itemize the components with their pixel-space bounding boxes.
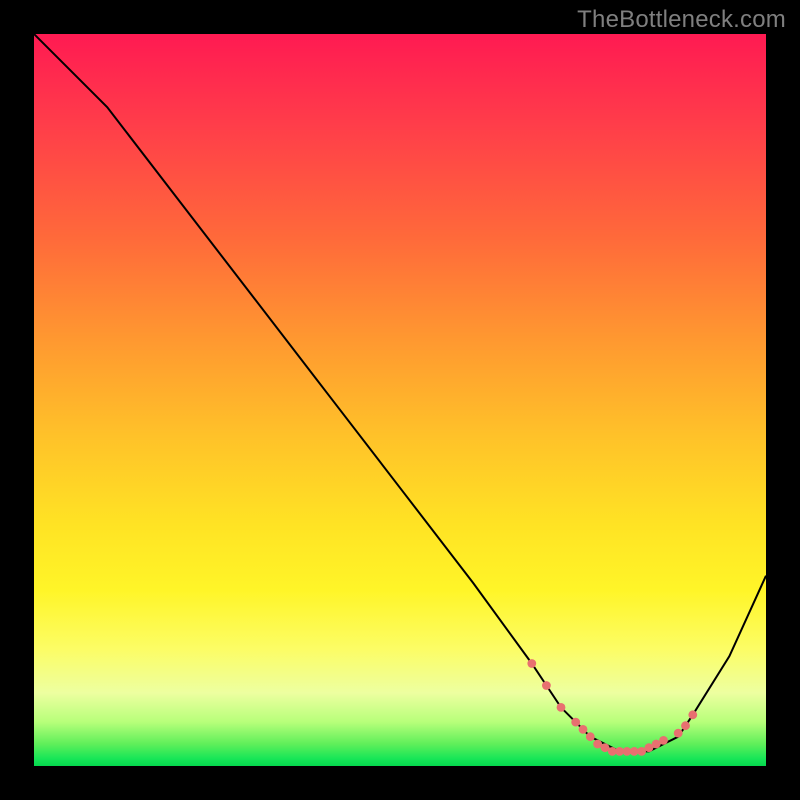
marker-layer (527, 659, 697, 756)
plot-area (34, 34, 766, 766)
valley-marker (586, 732, 595, 741)
valley-marker (542, 681, 551, 690)
valley-marker (659, 736, 668, 745)
valley-marker (674, 729, 683, 738)
valley-marker (571, 718, 580, 727)
bottleneck-curve (34, 34, 766, 766)
chart-frame: TheBottleneck.com (0, 0, 800, 800)
curve-layer (34, 34, 766, 751)
valley-marker (681, 721, 690, 730)
curve-path (34, 34, 766, 751)
watermark-text: TheBottleneck.com (577, 6, 786, 34)
valley-marker (557, 703, 566, 712)
valley-marker (527, 659, 536, 668)
valley-marker (579, 725, 588, 734)
valley-marker (688, 710, 697, 719)
